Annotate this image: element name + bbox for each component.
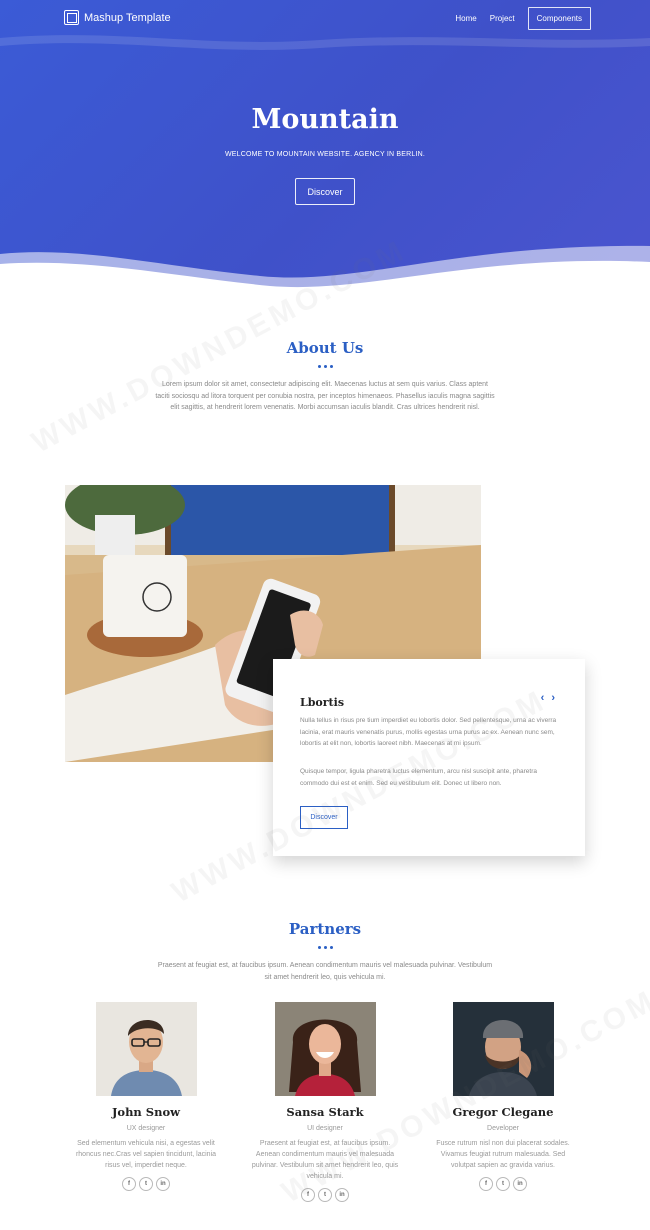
member-description: Praesent at feugiat est, at faucibus ips… bbox=[251, 1140, 399, 1180]
about-title: About Us bbox=[286, 339, 364, 357]
nav-links: Home Project Components bbox=[442, 7, 591, 30]
hero-section: Mashup Template Home Project Components … bbox=[0, 0, 650, 306]
partners-dots bbox=[0, 946, 650, 949]
nav-link-home[interactable]: Home bbox=[455, 14, 476, 23]
social-links: f t in bbox=[418, 1177, 588, 1191]
member-description: Sed elementum vehicula nisi, a egestas v… bbox=[75, 1140, 217, 1169]
member-role: UX designer bbox=[126, 1125, 166, 1132]
gregor-clegane-photo bbox=[452, 1002, 554, 1096]
sansa-stark-photo bbox=[274, 1002, 376, 1096]
card-title: Lbortis bbox=[300, 696, 345, 709]
hero-title: Mountain bbox=[251, 104, 399, 135]
member-description: Fusce rutrum nisl non dui placerat sodal… bbox=[436, 1140, 570, 1169]
chevron-left-icon[interactable]: ‹ bbox=[541, 692, 545, 704]
card-discover-button[interactable]: Discover bbox=[300, 806, 348, 829]
member-role: Developer bbox=[487, 1125, 519, 1132]
hero-subtitle: WELCOME TO MOUNTAIN WEBSITE. AGENCY IN B… bbox=[224, 151, 426, 158]
hero-discover-button[interactable]: Discover bbox=[295, 178, 355, 205]
card-slider-controls: ‹ › bbox=[541, 692, 555, 704]
partner-card: Sansa Stark UI designer Praesent at feug… bbox=[240, 1002, 410, 1202]
partner-card: John Snow UX designer Sed elementum vehi… bbox=[61, 1002, 231, 1191]
feature-card: Lbortis ‹ › Nulla tellus in risus pre ti… bbox=[273, 659, 585, 856]
facebook-icon[interactable]: f bbox=[301, 1188, 315, 1202]
twitter-icon[interactable]: t bbox=[496, 1177, 510, 1191]
partner-card: Gregor Clegane Developer Fusce rutrum ni… bbox=[418, 1002, 588, 1191]
brand-name: Mashup Template bbox=[84, 11, 171, 24]
logo-icon bbox=[64, 10, 79, 25]
john-snow-photo bbox=[95, 1002, 197, 1096]
linkedin-icon[interactable]: in bbox=[513, 1177, 527, 1191]
twitter-icon[interactable]: t bbox=[318, 1188, 332, 1202]
avatar bbox=[95, 1002, 197, 1096]
brand[interactable]: Mashup Template bbox=[64, 10, 171, 25]
member-role: UI designer bbox=[307, 1125, 343, 1132]
twitter-icon[interactable]: t bbox=[139, 1177, 153, 1191]
about-text: Lorem ipsum dolor sit amet, consectetur … bbox=[155, 381, 495, 411]
partners-title: Partners bbox=[288, 920, 362, 938]
about-dots bbox=[0, 365, 650, 368]
member-name: Gregor Clegane bbox=[452, 1105, 554, 1119]
avatar bbox=[452, 1002, 554, 1096]
linkedin-icon[interactable]: in bbox=[335, 1188, 349, 1202]
facebook-icon[interactable]: f bbox=[122, 1177, 136, 1191]
partners-text: Praesent at feugiat est, at faucibus ips… bbox=[157, 962, 493, 981]
member-name: John Snow bbox=[111, 1105, 181, 1119]
card-paragraph-1: Nulla tellus in risus pre tium imperdiet… bbox=[300, 717, 557, 747]
chevron-right-icon[interactable]: › bbox=[551, 692, 555, 704]
navbar: Mashup Template Home Project Components bbox=[0, 0, 650, 36]
social-links: f t in bbox=[240, 1188, 410, 1202]
components-button[interactable]: Components bbox=[527, 7, 591, 30]
avatar bbox=[274, 1002, 376, 1096]
linkedin-icon[interactable]: in bbox=[156, 1177, 170, 1191]
nav-link-project[interactable]: Project bbox=[490, 14, 515, 23]
card-paragraph-2: Quisque tempor, ligula pharetra luctus e… bbox=[300, 768, 538, 787]
hero-bottom-wave bbox=[0, 245, 650, 306]
facebook-icon[interactable]: f bbox=[479, 1177, 493, 1191]
social-links: f t in bbox=[61, 1177, 231, 1191]
member-name: Sansa Stark bbox=[286, 1105, 364, 1119]
